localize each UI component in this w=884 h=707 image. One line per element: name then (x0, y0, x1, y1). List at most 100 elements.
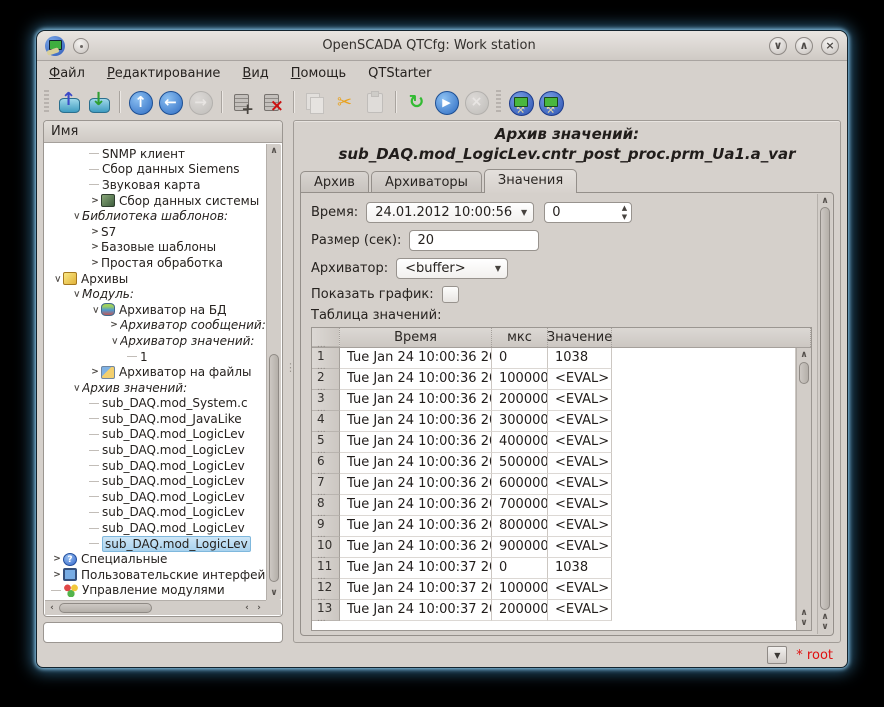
table-row[interactable]: 5Tue Jan 24 10:00:36 2012400000<EVAL> (312, 432, 796, 453)
cell-us[interactable]: 900000 (492, 537, 548, 558)
tree-item[interactable]: sub_DAQ.mod_LogicLev (45, 520, 266, 536)
table-row[interactable]: 12Tue Jan 24 10:00:37 2012100000<EVAL> (312, 579, 796, 600)
tree-item[interactable]: >Архив значений: (45, 380, 266, 396)
tree-item[interactable]: >Архиватор на файлы (45, 364, 266, 380)
cell-value[interactable]: <EVAL> (548, 516, 612, 537)
page-vertical-scrollbar[interactable]: ∧ ∧ ∨ (817, 194, 832, 634)
cell-value[interactable]: <EVAL> (548, 411, 612, 432)
cell-value[interactable]: <EVAL> (548, 474, 612, 495)
cell-time[interactable]: Tue Jan 24 10:00:36 2012 (340, 537, 492, 558)
cell-us[interactable]: 0 (492, 348, 548, 369)
collapse-icon[interactable]: > (51, 273, 63, 285)
start-icon[interactable]: ▶ (433, 89, 460, 116)
title-bar[interactable]: OpenSCADA QTCfg: Work station ∨ ∧ × (37, 31, 847, 61)
scroll-up-icon[interactable]: ∧ (818, 612, 832, 622)
expand-icon[interactable]: > (89, 195, 101, 207)
load-icon[interactable]: ↑ (55, 89, 82, 116)
tree-item[interactable]: sub_DAQ.mod_LogicLev (45, 427, 266, 443)
table-row[interactable]: 3Tue Jan 24 10:00:36 2012200000<EVAL> (312, 390, 796, 411)
tree-item[interactable]: sub_DAQ.mod_System.c (45, 396, 266, 412)
tree-item[interactable]: >Архивы (45, 271, 266, 287)
spinner-arrows-icon[interactable]: ▲▼ (622, 204, 627, 222)
cell-us[interactable]: 700000 (492, 495, 548, 516)
scroll-up-icon[interactable]: ∧ (797, 350, 811, 360)
tree-item[interactable]: Управление модулями (45, 583, 266, 599)
usec-spinner[interactable]: 0 ▲▼ (544, 202, 632, 223)
table-vertical-scrollbar[interactable]: ∧ ∧ ∨ (796, 348, 811, 630)
cell-time[interactable]: Tue Jan 24 10:00:36 2012 (340, 390, 492, 411)
tree-item[interactable]: >Архиватор значений: (45, 333, 266, 349)
splitter-handle[interactable] (283, 120, 293, 643)
tree-vertical-scrollbar[interactable]: ∧ ∨ (266, 144, 281, 600)
tab-Значения[interactable]: Значения (484, 169, 577, 193)
table-row[interactable]: 10Tue Jan 24 10:00:36 2012900000<EVAL> (312, 537, 796, 558)
tree-item[interactable]: >Модуль: (45, 286, 266, 302)
tree-header[interactable]: Имя (44, 121, 282, 143)
expand-icon[interactable]: > (89, 226, 101, 238)
scroll-down-icon[interactable]: ∨ (818, 622, 832, 632)
cell-value[interactable]: 1038 (548, 558, 612, 579)
cell-value[interactable]: <EVAL> (548, 390, 612, 411)
table-row[interactable]: 4Tue Jan 24 10:00:36 2012300000<EVAL> (312, 411, 796, 432)
cell-us[interactable]: 100000 (492, 369, 548, 390)
tab-Архив[interactable]: Архив (300, 171, 369, 193)
scroll-left-icon[interactable]: ‹ (46, 601, 58, 615)
show-graph-checkbox[interactable] (442, 286, 459, 303)
tree-item[interactable]: sub_DAQ.mod_LogicLev (45, 473, 266, 489)
tree-item[interactable]: >Архиватор сообщений: (45, 318, 266, 334)
cell-value[interactable]: <EVAL> (548, 495, 612, 516)
menu-item-edit[interactable]: Редактирование (107, 66, 220, 81)
qtstarter-2-icon[interactable]: ⚒ (537, 89, 564, 116)
tree-item[interactable]: 1 (45, 349, 266, 365)
tree-vscroll-thumb[interactable] (269, 354, 279, 582)
collapse-icon[interactable]: > (89, 304, 101, 316)
cell-us[interactable]: 600000 (492, 474, 548, 495)
collapse-icon[interactable]: > (70, 382, 82, 394)
cell-us[interactable]: 800000 (492, 516, 548, 537)
cell-value[interactable]: <EVAL> (548, 537, 612, 558)
del-icon[interactable]: × (259, 89, 286, 116)
cell-value[interactable]: <EVAL> (548, 600, 612, 621)
save-icon[interactable]: ↓ (85, 89, 112, 116)
menu-item-qtstarter[interactable]: QTStarter (368, 66, 431, 81)
toolbar-handle[interactable] (44, 90, 49, 114)
menu-item-file[interactable]: Файл (49, 66, 85, 81)
cell-us[interactable]: 100000 (492, 579, 548, 600)
size-input[interactable]: 20 (409, 230, 539, 251)
table-row[interactable]: 2Tue Jan 24 10:00:36 2012100000<EVAL> (312, 369, 796, 390)
expand-icon[interactable]: > (89, 241, 101, 253)
minimize-button[interactable]: ∨ (769, 37, 787, 55)
tree-item[interactable]: sub_DAQ.mod_JavaLike (45, 411, 266, 427)
cell-us[interactable]: 300000 (492, 411, 548, 432)
tree-hscroll-thumb[interactable] (59, 603, 152, 613)
menu-item-help[interactable]: Помощь (291, 66, 346, 81)
expand-icon[interactable]: > (89, 257, 101, 269)
close-button[interactable]: × (821, 37, 839, 55)
scroll-up-icon[interactable]: ∧ (818, 196, 832, 206)
up-icon[interactable]: ↑ (127, 89, 154, 116)
archiver-combo[interactable]: <buffer> ▼ (396, 258, 508, 279)
page-vscroll-thumb[interactable] (820, 207, 830, 610)
tree-item[interactable]: Сбор данных Siemens (45, 162, 266, 178)
cell-value[interactable]: 1038 (548, 348, 612, 369)
tree-item[interactable]: sub_DAQ.mod_LogicLev (45, 458, 266, 474)
tree-item[interactable]: sub_DAQ.mod_LogicLev (45, 536, 266, 552)
scroll-left-icon[interactable]: ‹ (241, 601, 253, 615)
menu-item-view[interactable]: Вид (242, 66, 268, 81)
tree-item[interactable]: SNMP клиент (45, 146, 266, 162)
tree-filter-input[interactable] (43, 622, 283, 643)
window-menu-button[interactable] (73, 38, 89, 54)
column-header-value[interactable]: Значение (548, 328, 612, 347)
expand-icon[interactable]: > (108, 319, 120, 331)
table-row[interactable]: 9Tue Jan 24 10:00:36 2012800000<EVAL> (312, 516, 796, 537)
table-row[interactable]: 6Tue Jan 24 10:00:36 2012500000<EVAL> (312, 453, 796, 474)
expand-icon[interactable]: > (51, 553, 63, 565)
cell-us[interactable]: 0 (492, 558, 548, 579)
cell-time[interactable]: Tue Jan 24 10:00:36 2012 (340, 474, 492, 495)
tree-item[interactable]: >Базовые шаблоны (45, 240, 266, 256)
tree-item[interactable]: >Библиотека шаблонов: (45, 208, 266, 224)
maximize-button[interactable]: ∧ (795, 37, 813, 55)
expand-icon[interactable]: > (51, 569, 63, 581)
tab-Архиваторы[interactable]: Архиваторы (371, 171, 482, 193)
column-header-time[interactable]: Время (340, 328, 492, 347)
